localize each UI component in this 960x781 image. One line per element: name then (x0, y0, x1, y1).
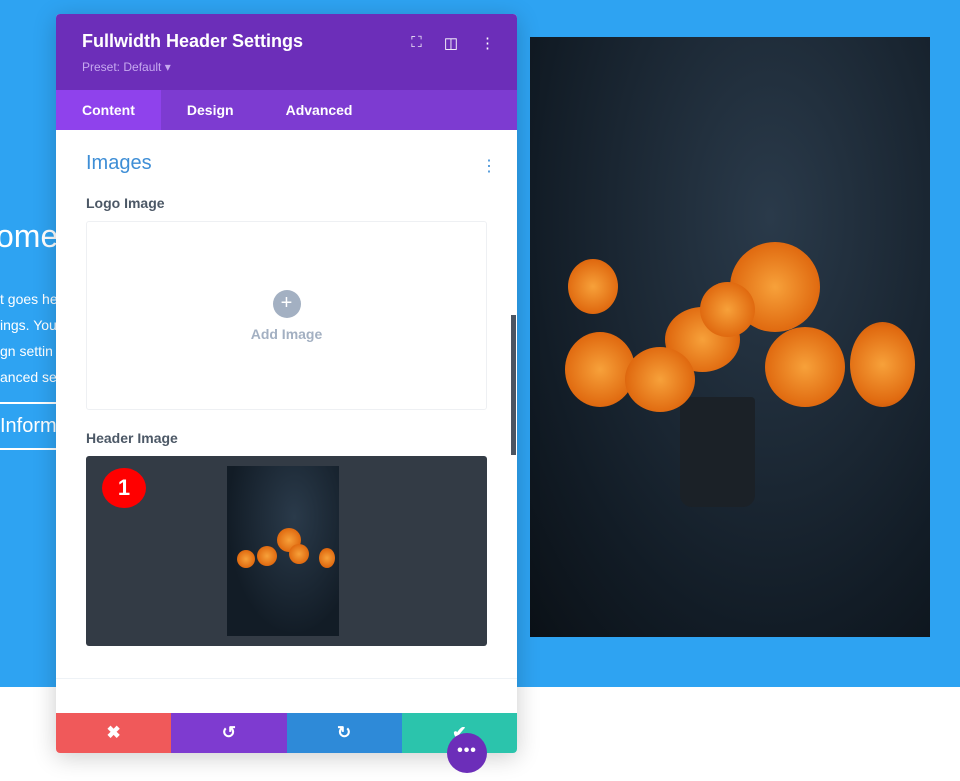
plus-icon[interactable]: + (272, 289, 301, 318)
tab-advanced[interactable]: Advanced (260, 90, 379, 130)
tab-design[interactable]: Design (161, 90, 260, 130)
settings-panel: Fullwidth Header Settings Preset: Defaul… (56, 14, 517, 753)
vase (680, 397, 755, 507)
section-title[interactable]: Images (86, 152, 487, 175)
logo-image-label: Logo Image (86, 195, 165, 211)
sidebar-layout-icon[interactable]: ◫ (444, 34, 458, 52)
preset-dropdown[interactable]: Preset: Default ▾ (82, 60, 491, 74)
hero-text: t goes he ings. You gn settin anced se (0, 291, 58, 385)
focus-icon[interactable]: ⛶ (411, 34, 422, 52)
panel-tabs: Content Design Advanced (56, 90, 517, 130)
divider (56, 678, 517, 679)
step-badge: 1 (102, 468, 146, 508)
more-options-button[interactable]: ••• (447, 733, 487, 773)
header-image-flowers (530, 37, 930, 637)
header-image-upload[interactable]: 1 (86, 456, 487, 646)
logo-image-upload[interactable]: + Add Image (86, 221, 487, 410)
more-vertical-icon[interactable]: ⋮ (480, 34, 495, 52)
undo-button[interactable]: ↺ (171, 713, 287, 753)
panel-scrollbar[interactable] (511, 315, 516, 455)
cancel-button[interactable]: ✖ (56, 713, 172, 753)
section-more-icon[interactable]: ⋮ (481, 156, 497, 176)
header-image-label: Header Image (86, 430, 178, 446)
tab-content[interactable]: Content (56, 90, 161, 130)
add-image-label[interactable]: Add Image (251, 326, 323, 342)
hero-title: ome (0, 218, 59, 254)
hero-button[interactable]: Inform (0, 402, 60, 450)
panel-header: Fullwidth Header Settings Preset: Defaul… (56, 14, 517, 90)
header-image-thumbnail[interactable] (227, 466, 339, 636)
redo-button[interactable]: ↻ (286, 713, 402, 753)
